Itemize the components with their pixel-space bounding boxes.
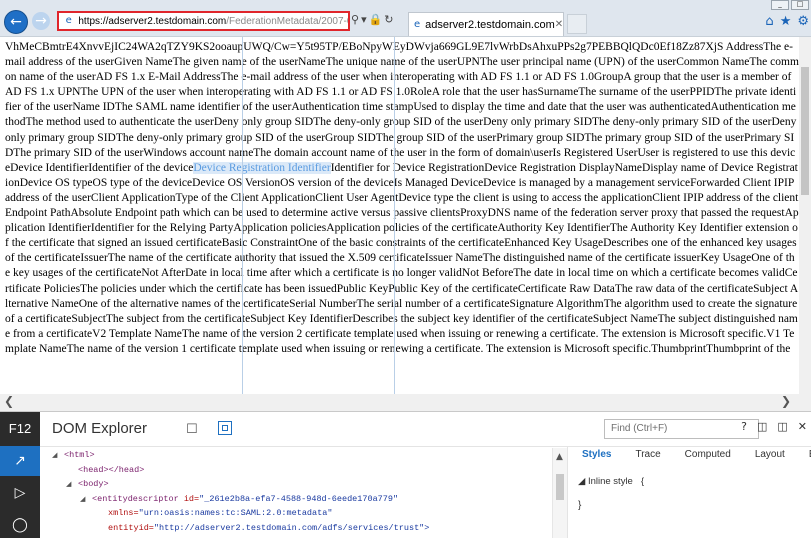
settings-gear-icon[interactable]: ⚙ <box>797 14 809 29</box>
highlight-element-icon[interactable] <box>218 421 232 435</box>
dropdown-icon[interactable]: ▾ <box>361 13 367 26</box>
undock-icon[interactable]: ◫ <box>777 420 787 433</box>
tab-computed[interactable]: Computed <box>671 446 741 464</box>
dom-node-head-text: <head></head> <box>78 464 145 475</box>
horizontal-scrollbar[interactable]: ❮ ❯ <box>0 394 811 411</box>
search-icon[interactable]: ⚲ <box>351 13 359 26</box>
dom-explorer-tool-icon[interactable]: ↗ <box>0 446 40 476</box>
browser-right-icons: ⌂ ★ ⚙ <box>765 14 809 29</box>
collapse-icon[interactable]: ◢ <box>80 492 85 507</box>
help-icon[interactable]: ? <box>741 420 747 433</box>
url-host: https://adserver2.testdomain.com <box>78 15 227 27</box>
tab-styles[interactable]: Styles <box>568 446 621 464</box>
dom-node-head[interactable]: <head></head> <box>52 463 542 478</box>
devtools-sidebar: F12 ↗ ▷ ◯ <box>0 412 40 538</box>
page-content: VhMeCBmtrE4XnvvEjIC24WA2qTZY9KS2ooaupUWQ… <box>0 37 799 394</box>
lock-icon[interactable]: 🔒 <box>369 13 383 26</box>
scroll-right-icon[interactable]: ❯ <box>781 394 791 408</box>
tab-favicon-icon: e <box>414 19 421 30</box>
minimize-icon[interactable]: _ <box>771 0 789 10</box>
window-controls: _ □ <box>771 0 809 10</box>
highlight-guide-right <box>394 37 395 394</box>
dom-node-body[interactable]: ◢ <body> <box>52 477 542 492</box>
inline-style-label: Inline style <box>587 476 633 487</box>
address-bar[interactable]: e https://adserver2.testdomain.com/Feder… <box>57 11 350 31</box>
collapse-icon[interactable]: ◢ <box>66 477 71 492</box>
select-element-icon[interactable]: ☐ <box>186 422 198 437</box>
attr-entityid-name: entityid= <box>108 522 154 533</box>
brace-close: } <box>578 500 582 511</box>
highlight-guide-left <box>242 37 243 394</box>
back-icon[interactable]: ← <box>4 10 28 34</box>
dom-tree[interactable]: ◢ <html> <head></head> ◢ <body> ◢ <entityde… <box>52 448 542 538</box>
styles-tabs: Styles Trace Computed Layout Even <box>568 446 811 464</box>
forward-icon[interactable]: → <box>32 12 50 30</box>
tab-title: adserver2.testdomain.com <box>425 18 555 31</box>
dock-icon[interactable]: ◫ <box>757 420 767 433</box>
attr-id-value: "_261e2b8a-efa7-4588-948d-6eede170a779" <box>199 493 399 504</box>
attr-xmlns-value: "urn:oasis:names:tc:SAML:2.0:metadata" <box>138 508 333 518</box>
new-tab-button[interactable] <box>567 14 587 34</box>
vertical-scrollbar[interactable] <box>799 37 811 394</box>
f12-label: F12 <box>8 421 32 436</box>
url-path: /FederationMetadata/2007-06/ <box>226 15 348 27</box>
metadata-text-b: Identifier for Device RegistrationDevice… <box>5 161 799 355</box>
dom-tree-scroll-thumb[interactable] <box>556 474 564 500</box>
attr-xmlns-name: xmlns= <box>108 508 139 518</box>
metadata-text-a: VhMeCBmtrE4XnvvEjIC24WA2qTZY9KS2ooaupUWQ… <box>5 41 799 174</box>
devtools-title: DOM Explorer <box>52 420 148 437</box>
inline-style-rule[interactable]: ◢ Inline style { <box>578 476 644 487</box>
browser-tab[interactable]: e adserver2.testdomain.com ✕ <box>408 12 564 36</box>
brace-open: { <box>640 476 645 487</box>
scroll-thumb[interactable] <box>801 67 809 195</box>
dom-node-html-text: <html> <box>64 450 95 460</box>
maximize-icon[interactable]: □ <box>791 0 809 10</box>
collapse-icon[interactable]: ◢ <box>52 448 57 463</box>
dom-attr-row-xmlns: xmlns="urn:oasis:names:tc:SAML:2.0:metad… <box>52 506 542 521</box>
devtools-window-controls: ? ◫ ◫ ✕ <box>741 420 807 433</box>
address-tools: ⚲ ▾ 🔒 ↻ <box>351 13 394 26</box>
site-icon: e <box>65 15 72 26</box>
browser-toolbar: ← → e https://adserver2.testdomain.com/F… <box>0 0 811 37</box>
dom-node-body-text: <body> <box>78 479 109 489</box>
tab-layout[interactable]: Layout <box>741 446 795 464</box>
entity-tag: <entitydescriptor <box>92 493 184 504</box>
dom-tree-scrollbar[interactable]: ▲ <box>552 448 567 538</box>
styles-pane: Styles Trace Computed Layout Even ◢ Inli… <box>567 446 811 538</box>
devtools-panel: F12 ↗ ▷ ◯ DOM Explorer ☐ Find (Ctrl+F) ?… <box>0 411 811 538</box>
dom-attr-row-entityid: entityid="http://adserver2.testdomain.co… <box>52 521 542 536</box>
tab-trace[interactable]: Trace <box>621 446 670 464</box>
attr-id-name: id= <box>183 493 200 504</box>
scroll-left-icon[interactable]: ❮ <box>4 394 14 408</box>
find-input[interactable]: Find (Ctrl+F) <box>604 419 759 439</box>
expand-icon[interactable]: ◢ <box>578 476 585 487</box>
debugger-tool-icon[interactable]: ◯ <box>0 510 40 540</box>
devtools-header: DOM Explorer ☐ Find (Ctrl+F) ? ◫ ◫ ✕ <box>40 412 811 447</box>
tab-close-icon[interactable]: ✕ <box>555 19 563 30</box>
home-icon[interactable]: ⌂ <box>765 14 773 29</box>
scroll-up-icon[interactable]: ▲ <box>556 452 563 462</box>
highlighted-text: Device Registration Identifier <box>193 161 331 174</box>
favorites-star-icon[interactable]: ★ <box>780 14 792 29</box>
metadata-text: VhMeCBmtrE4XnvvEjIC24WA2qTZY9KS2ooaupUWQ… <box>5 40 799 357</box>
devtools-close-icon[interactable]: ✕ <box>798 420 807 433</box>
tab-events[interactable]: Even <box>795 446 811 464</box>
dom-node-entitydescriptor[interactable]: ◢ <entitydescriptor id="_261e2b8a-efa7-45… <box>52 492 542 507</box>
refresh-icon[interactable]: ↻ <box>384 13 393 26</box>
dom-node-html[interactable]: ◢ <html> <box>52 448 542 463</box>
attr-entityid-value: "http://adserver2.testdomain.com/adfs/se… <box>153 522 430 533</box>
console-tool-icon[interactable]: ▷ <box>0 478 40 508</box>
address-url: https://adserver2.testdomain.com/Federat… <box>78 16 348 27</box>
